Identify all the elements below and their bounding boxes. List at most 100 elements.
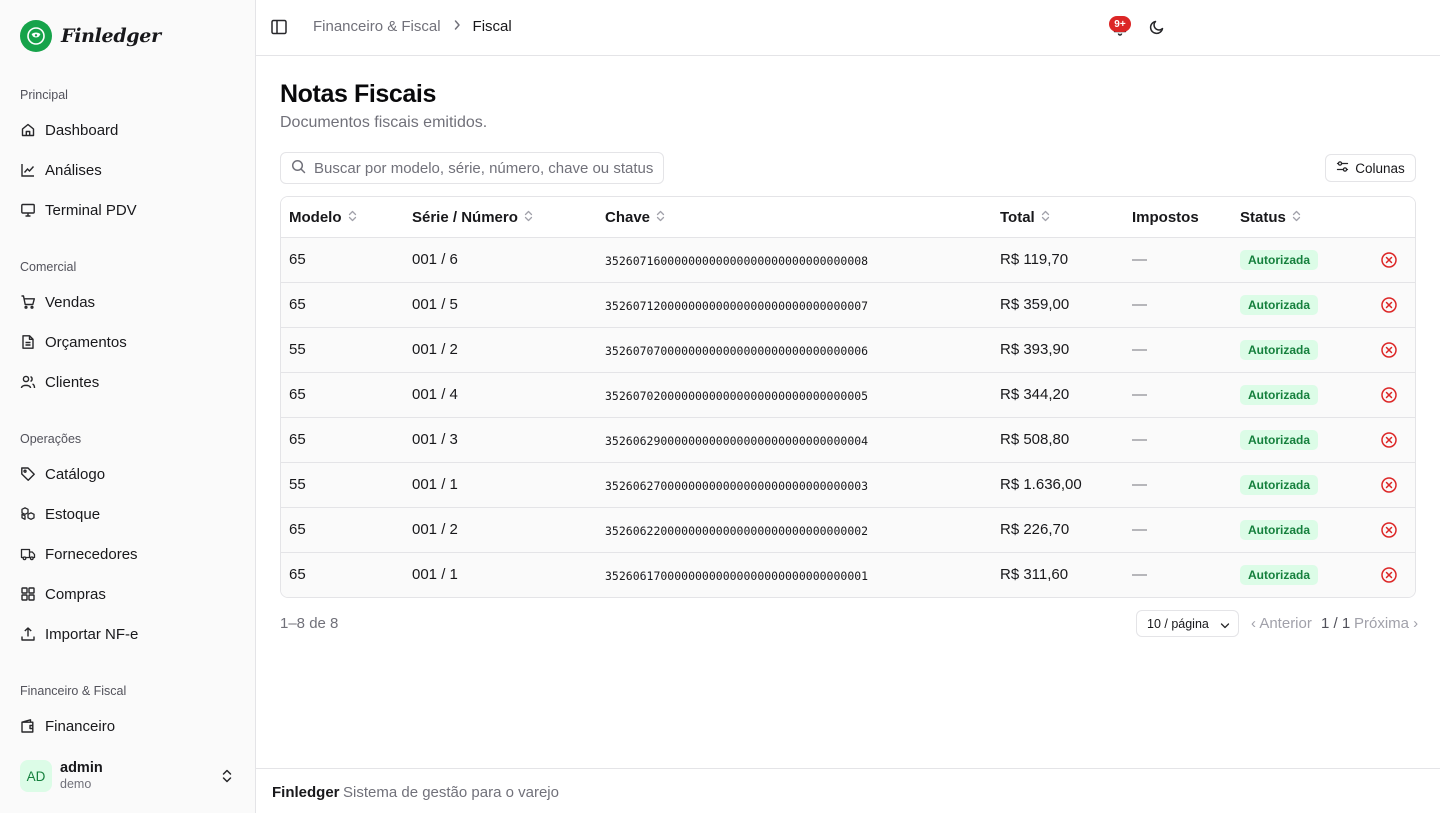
truck-icon [20,546,36,562]
cell-total: R$ 119,70 [1000,251,1069,268]
column-header-label: Impostos [1132,209,1199,226]
sidebar-item-label: Terminal PDV [45,201,137,219]
cancel-circle-x-icon[interactable] [1380,296,1398,314]
brand-logo-icon [20,20,52,52]
sidebar-item-fornecedores[interactable]: Fornecedores [12,538,244,570]
sidebar-item-vendas[interactable]: Vendas [12,286,244,318]
column-header-label: Chave [605,209,651,226]
nav-group-label-operacoes: Operações [20,432,82,446]
search-input[interactable] [314,159,654,177]
page-size-select[interactable]: 10 / página [1136,610,1239,637]
cell-modelo: 65 [289,566,306,583]
user-menu[interactable]: AD admin demo [12,752,244,800]
column-header-modelo[interactable]: Modelo [289,209,357,226]
sort-icon [348,209,357,226]
sidebar-item-label: Compras [45,585,106,603]
cart-icon [20,294,36,310]
status-badge: Autorizada [1240,430,1319,450]
pagination-previous-button[interactable]: ‹ Anterior [1251,615,1312,632]
cancel-circle-x-icon[interactable] [1380,431,1398,449]
cancel-circle-x-icon[interactable] [1380,341,1398,359]
sidebar-item-financeiro[interactable]: Financeiro [12,710,244,742]
cell-serie: 001 / 1 [412,476,458,493]
cell-serie: 001 / 5 [412,296,458,313]
results-count: 1–8 de 8 [280,615,339,632]
status-badge: Autorizada [1240,520,1319,540]
sidebar-item-catalogo[interactable]: Catálogo [12,458,244,490]
cell-serie: 001 / 6 [412,251,458,268]
table-row: 65 001 / 1 35260617000000000000000000000… [281,553,1415,597]
top-header: Financeiro & Fiscal Fiscal [256,0,1440,56]
cell-total: R$ 311,60 [1000,566,1069,583]
column-header-label: Modelo [289,209,342,226]
cell-chave: 35260707000000000000000000000000000006 [605,344,869,358]
sidebar-item-label: Clientes [45,373,100,391]
moon-icon[interactable] [1148,18,1166,36]
table-row: 55 001 / 1 35260627000000000000000000000… [281,463,1415,508]
breadcrumb: Financeiro & Fiscal Fiscal [313,18,512,35]
status-badge: Autorizada [1240,295,1319,315]
sidebar-item-orcamentos[interactable]: Orçamentos [12,326,244,358]
sliders-icon [1336,160,1349,176]
status-badge: Autorizada [1240,565,1319,585]
status-badge: Autorizada [1240,385,1319,405]
cancel-circle-x-icon[interactable] [1380,521,1398,539]
sidebar-item-estoque[interactable]: Estoque [12,498,244,530]
cell-total: R$ 344,20 [1000,386,1070,403]
cell-modelo: 55 [289,476,306,493]
column-header-chave[interactable]: Chave [605,209,665,226]
sidebar-item-analises[interactable]: Análises [12,154,244,186]
sidebar-item-label: Catálogo [45,465,106,483]
cell-modelo: 65 [289,431,306,448]
brand[interactable]: Finledger [20,20,161,52]
cancel-circle-x-icon[interactable] [1380,566,1398,584]
sidebar-item-compras[interactable]: Compras [12,578,244,610]
status-badge: Autorizada [1240,250,1319,270]
cell-serie: 001 / 2 [412,341,458,358]
table-row: 65 001 / 3 35260629000000000000000000000… [281,418,1415,463]
monitor-icon [20,202,36,218]
sidebar-item-label: Orçamentos [45,333,127,351]
breadcrumb-item-fiscal: Fiscal [472,18,512,35]
sidebar-item-label: Dashboard [45,121,119,139]
footer-brand: Finledger [272,784,340,801]
cell-chave: 35260712000000000000000000000000000007 [605,299,869,313]
table-header-row: Modelo Série / Número Chave Total Impost… [281,197,1415,238]
nav-group-label-comercial: Comercial [20,260,77,274]
sidebar-item-label: Financeiro [45,717,116,735]
column-header-serie-numero[interactable]: Série / Número [412,209,533,226]
cell-modelo: 65 [289,521,306,538]
breadcrumb-item-financeiro-fiscal[interactable]: Financeiro & Fiscal [313,18,441,35]
table-row: 65 001 / 5 35260712000000000000000000000… [281,283,1415,328]
page-size-value: 10 / página [1147,616,1209,631]
cell-total: R$ 508,80 [1000,431,1070,448]
sidebar-item-importar-nfe[interactable]: Importar NF-e [12,618,244,650]
sidebar-item-terminal-pdv[interactable]: Terminal PDV [12,194,244,226]
cancel-circle-x-icon[interactable] [1380,476,1398,494]
cell-modelo: 65 [289,251,306,268]
columns-button[interactable]: Colunas [1325,154,1416,182]
user-org: demo [60,777,92,791]
column-header-status[interactable]: Status [1240,209,1301,226]
sidebar-item-clientes[interactable]: Clientes [12,366,244,398]
pagination-next-button[interactable]: Próxima › [1354,615,1418,632]
cancel-circle-x-icon[interactable] [1380,386,1398,404]
sidebar-item-dashboard[interactable]: Dashboard [12,114,244,146]
cancel-circle-x-icon[interactable] [1380,251,1398,269]
status-badge: Autorizada [1240,340,1319,360]
upload-icon [20,626,36,642]
cell-chave: 35260627000000000000000000000000000003 [605,479,869,493]
cell-impostos: — [1132,431,1147,448]
column-header-total[interactable]: Total [1000,209,1050,226]
page-subtitle: Documentos fiscais emitidos. [280,114,488,131]
sidebar-toggle-icon[interactable] [270,18,288,36]
home-icon [20,122,36,138]
sidebar-item-label: Importar NF-e [45,625,139,643]
sort-icon [524,209,533,226]
chevrons-up-down-icon [220,768,234,787]
cell-modelo: 65 [289,386,306,403]
column-header-label: Total [1000,209,1035,226]
cell-total: R$ 226,70 [1000,521,1070,538]
sidebar-item-label: Análises [45,161,102,179]
search-box [280,152,664,184]
